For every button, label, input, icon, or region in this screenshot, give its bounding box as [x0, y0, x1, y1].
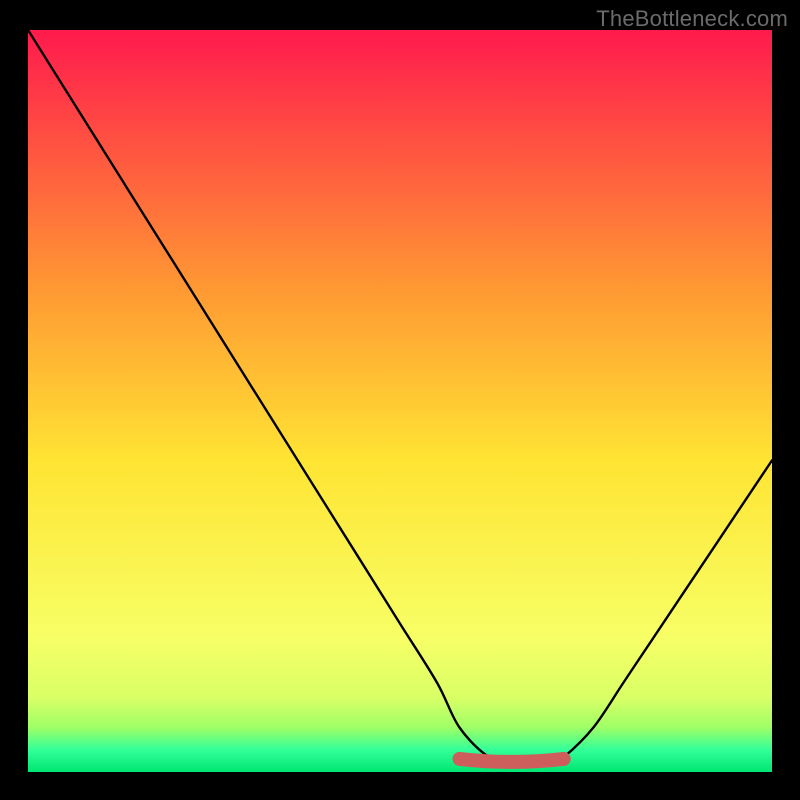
plot-area	[28, 30, 772, 772]
chart-frame: TheBottleneck.com	[0, 0, 800, 800]
bottleneck-chart	[28, 30, 772, 772]
optimal-range-marker	[460, 759, 564, 762]
gradient-background	[28, 30, 772, 772]
watermark-label: TheBottleneck.com	[596, 6, 788, 32]
